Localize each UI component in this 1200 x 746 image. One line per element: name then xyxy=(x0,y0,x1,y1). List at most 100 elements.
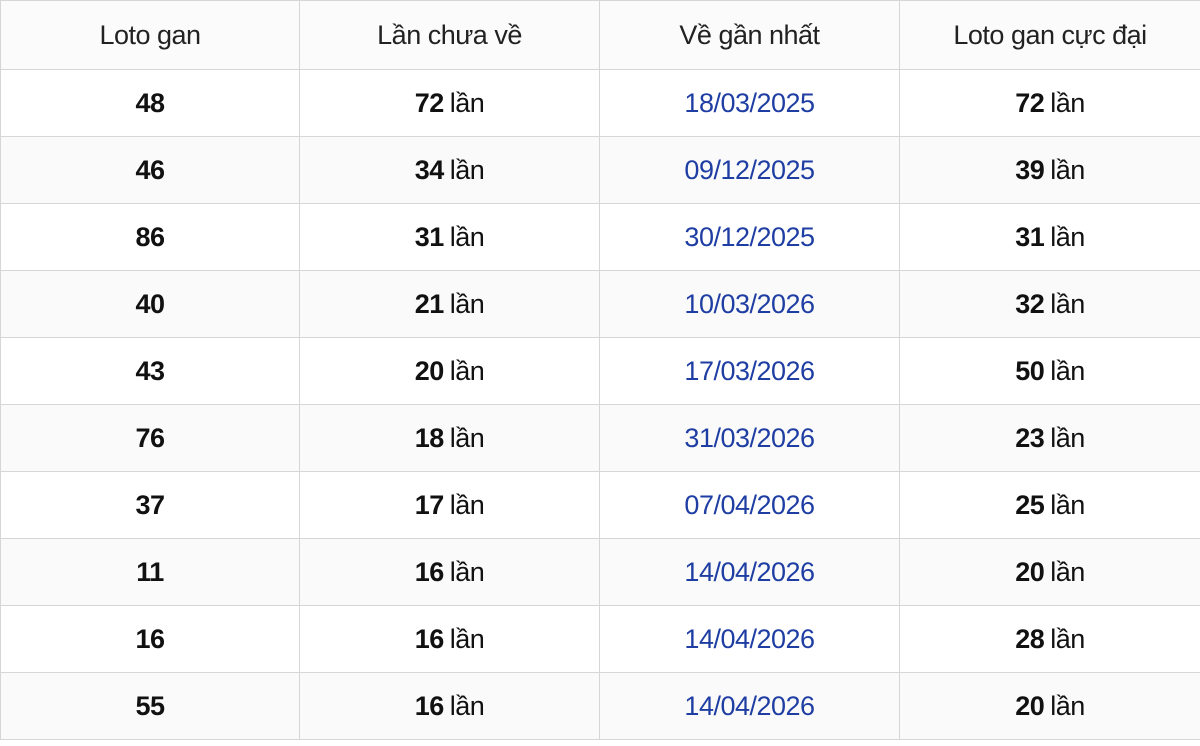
max-count: 20 xyxy=(1015,690,1045,721)
loto-gan-table-container: Loto gan Lần chưa về Về gần nhất Loto ga… xyxy=(0,0,1200,746)
unit-label: lần xyxy=(449,556,485,587)
table-row: 43 20 lần 17/03/2026 50 lần xyxy=(0,337,1200,405)
cell-loto: 11 xyxy=(0,538,300,606)
missing-count: 16 xyxy=(414,623,445,654)
max-count: 72 xyxy=(1015,87,1045,118)
cell-max: 25 lần xyxy=(899,471,1200,539)
last-date: 18/03/2025 xyxy=(684,87,815,118)
cell-loto: 55 xyxy=(0,672,300,740)
unit-label: lần xyxy=(449,154,485,185)
unit-label: lần xyxy=(1050,288,1085,319)
unit-label: lần xyxy=(449,355,485,386)
loto-number: 37 xyxy=(135,489,165,520)
missing-count: 17 xyxy=(414,489,445,520)
loto-number: 46 xyxy=(135,154,165,185)
unit-label: lần xyxy=(449,221,485,252)
max-count: 25 xyxy=(1015,489,1045,520)
max-count: 20 xyxy=(1015,556,1045,587)
loto-number: 76 xyxy=(135,422,165,453)
cell-max: 20 lần xyxy=(899,538,1200,606)
table-row: 16 16 lần 14/04/2026 28 lần xyxy=(0,605,1200,673)
table-row: 11 16 lần 14/04/2026 20 lần xyxy=(0,538,1200,606)
unit-label: lần xyxy=(1050,355,1085,386)
cell-max: 39 lần xyxy=(899,136,1200,204)
missing-count: 20 xyxy=(414,355,445,386)
max-count: 31 xyxy=(1015,221,1045,252)
max-count: 50 xyxy=(1015,355,1045,386)
unit-label: lần xyxy=(449,489,485,520)
cell-max: 28 lần xyxy=(899,605,1200,673)
cell-loto: 37 xyxy=(0,471,300,539)
loto-number: 11 xyxy=(136,556,164,587)
loto-number: 43 xyxy=(135,355,165,386)
unit-label: lần xyxy=(1050,690,1085,721)
unit-label: lần xyxy=(1050,489,1085,520)
cell-missing: 20 lần xyxy=(299,337,600,405)
cell-max: 32 lần xyxy=(899,270,1200,338)
unit-label: lần xyxy=(1050,87,1085,118)
missing-count: 31 xyxy=(414,221,445,252)
cell-missing: 34 lần xyxy=(299,136,600,204)
header-lan-chua-ve: Lần chưa về xyxy=(299,0,600,70)
last-date: 09/12/2025 xyxy=(684,154,815,185)
cell-last: 18/03/2025 xyxy=(599,69,900,137)
cell-max: 31 lần xyxy=(899,203,1200,271)
loto-number: 40 xyxy=(135,288,165,319)
table-row: 37 17 lần 07/04/2026 25 lần xyxy=(0,471,1200,539)
last-date: 14/04/2026 xyxy=(684,690,815,721)
cell-missing: 16 lần xyxy=(299,538,600,606)
table-row: 46 34 lần 09/12/2025 39 lần xyxy=(0,136,1200,204)
cell-loto: 16 xyxy=(0,605,300,673)
unit-label: lần xyxy=(1050,556,1085,587)
last-date: 17/03/2026 xyxy=(684,355,815,386)
cell-loto: 86 xyxy=(0,203,300,271)
cell-missing: 16 lần xyxy=(299,672,600,740)
missing-count: 16 xyxy=(414,690,445,721)
header-ve-gan-nhat: Về gần nhất xyxy=(599,0,900,70)
unit-label: lần xyxy=(1050,154,1085,185)
cell-last: 14/04/2026 xyxy=(599,672,900,740)
loto-number: 16 xyxy=(135,623,165,654)
last-date: 14/04/2026 xyxy=(684,556,815,587)
table-row: 76 18 lần 31/03/2026 23 lần xyxy=(0,404,1200,472)
loto-number: 48 xyxy=(135,87,165,118)
last-date: 14/04/2026 xyxy=(684,623,815,654)
max-count: 28 xyxy=(1015,623,1045,654)
unit-label: lần xyxy=(449,422,485,453)
table-row: 86 31 lần 30/12/2025 31 lần xyxy=(0,203,1200,271)
unit-label: lần xyxy=(449,87,485,118)
unit-label: lần xyxy=(1050,623,1085,654)
cell-last: 10/03/2026 xyxy=(599,270,900,338)
header-loto-gan: Loto gan xyxy=(0,0,300,70)
last-date: 10/03/2026 xyxy=(684,288,815,319)
cell-max: 72 lần xyxy=(899,69,1200,137)
unit-label: lần xyxy=(449,690,485,721)
loto-number: 86 xyxy=(135,221,165,252)
unit-label: lần xyxy=(449,623,485,654)
cell-missing: 16 lần xyxy=(299,605,600,673)
cell-missing: 21 lần xyxy=(299,270,600,338)
table-row: 55 16 lần 14/04/2026 20 lần xyxy=(0,672,1200,740)
cell-last: 31/03/2026 xyxy=(599,404,900,472)
cell-last: 14/04/2026 xyxy=(599,605,900,673)
table-row: 48 72 lần 18/03/2025 72 lần xyxy=(0,69,1200,137)
unit-label: lần xyxy=(1050,422,1085,453)
unit-label: lần xyxy=(1050,221,1085,252)
cell-last: 09/12/2025 xyxy=(599,136,900,204)
missing-count: 34 xyxy=(414,154,445,185)
cell-last: 14/04/2026 xyxy=(599,538,900,606)
unit-label: lần xyxy=(449,288,485,319)
missing-count: 72 xyxy=(414,87,445,118)
cell-max: 50 lần xyxy=(899,337,1200,405)
header-loto-gan-cuc-dai: Loto gan cực đại xyxy=(899,0,1200,70)
cell-missing: 17 lần xyxy=(299,471,600,539)
cell-missing: 31 lần xyxy=(299,203,600,271)
cell-loto: 40 xyxy=(0,270,300,338)
cell-last: 17/03/2026 xyxy=(599,337,900,405)
cell-max: 20 lần xyxy=(899,672,1200,740)
table-body: 48 72 lần 18/03/2025 72 lần 46 34 lần 09/12… xyxy=(0,69,1200,740)
cell-loto: 76 xyxy=(0,404,300,472)
last-date: 07/04/2026 xyxy=(684,489,815,520)
loto-gan-table: Loto gan Lần chưa về Về gần nhất Loto ga… xyxy=(0,0,1200,740)
missing-count: 21 xyxy=(414,288,445,319)
